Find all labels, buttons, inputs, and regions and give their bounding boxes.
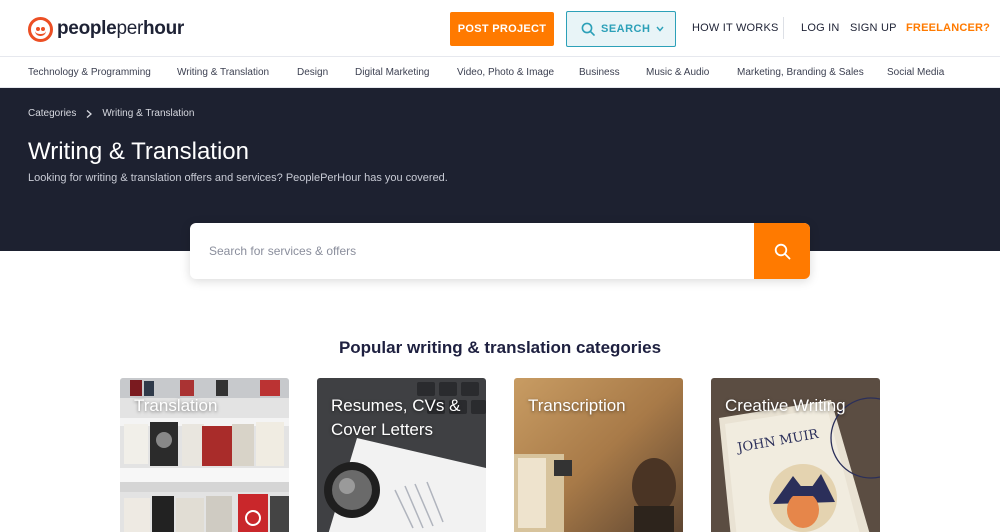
card-resumes-cvs[interactable]: Resumes, CVs & Cover Letters — [317, 378, 486, 532]
popular-categories-heading: Popular writing & translation categories — [338, 338, 662, 357]
breadcrumb-categories[interactable]: Categories — [28, 108, 76, 119]
category-video-photo-image[interactable]: Video, Photo & Image — [457, 67, 554, 78]
category-design[interactable]: Design — [297, 67, 328, 78]
category-writing-translation[interactable]: Writing & Translation — [177, 67, 269, 78]
post-project-button[interactable]: POST PROJECT — [450, 12, 554, 46]
search-submit-button[interactable] — [754, 223, 810, 279]
breadcrumb-current[interactable]: Writing & Translation — [102, 108, 194, 119]
how-it-works-link[interactable]: HOW IT WORKS — [692, 22, 779, 34]
card-transcription[interactable]: Transcription — [514, 378, 683, 532]
card-label: Translation — [134, 396, 218, 415]
card-label: Resumes, CVs & Cover Letters — [331, 396, 461, 439]
top-header: peopleperhour POST PROJECT SEARCH HOW IT… — [0, 0, 1000, 57]
logo[interactable]: peopleperhour — [28, 15, 184, 43]
search-button-label: SEARCH — [601, 23, 651, 35]
chevron-down-icon — [656, 26, 664, 32]
category-digital-marketing[interactable]: Digital Marketing — [355, 67, 429, 78]
search-bar — [190, 223, 810, 279]
category-nav: Technology & Programming Writing & Trans… — [0, 57, 1000, 88]
chevron-right-icon — [86, 109, 93, 118]
freelancer-link[interactable]: FREELANCER? — [906, 22, 990, 34]
breadcrumb: Categories Writing & Translation — [28, 108, 194, 119]
search-dropdown-button[interactable]: SEARCH — [566, 11, 676, 47]
card-label: Creative Writing — [725, 396, 846, 415]
sign-up-link[interactable]: SIGN UP — [850, 22, 897, 34]
search-icon — [581, 22, 595, 36]
logo-face-icon — [28, 16, 53, 42]
nav-divider — [783, 17, 784, 39]
card-translation[interactable]: Translation — [120, 378, 289, 532]
category-technology-programming[interactable]: Technology & Programming — [28, 67, 151, 78]
search-input[interactable] — [190, 223, 754, 279]
category-marketing-branding-sales[interactable]: Marketing, Branding & Sales — [737, 67, 864, 78]
page-title: Writing & Translation — [28, 138, 249, 165]
logo-wordmark: peopleperhour — [57, 18, 185, 39]
category-music-audio[interactable]: Music & Audio — [646, 67, 709, 78]
log-in-link[interactable]: LOG IN — [801, 22, 840, 34]
card-label: Transcription — [528, 396, 626, 415]
card-creative-writing[interactable]: JOHN MUIR Creative Writing — [711, 378, 880, 532]
search-icon — [774, 243, 790, 259]
category-business[interactable]: Business — [579, 67, 620, 78]
category-social-media[interactable]: Social Media — [887, 67, 944, 78]
page-subtitle: Looking for writing & translation offers… — [28, 172, 448, 184]
